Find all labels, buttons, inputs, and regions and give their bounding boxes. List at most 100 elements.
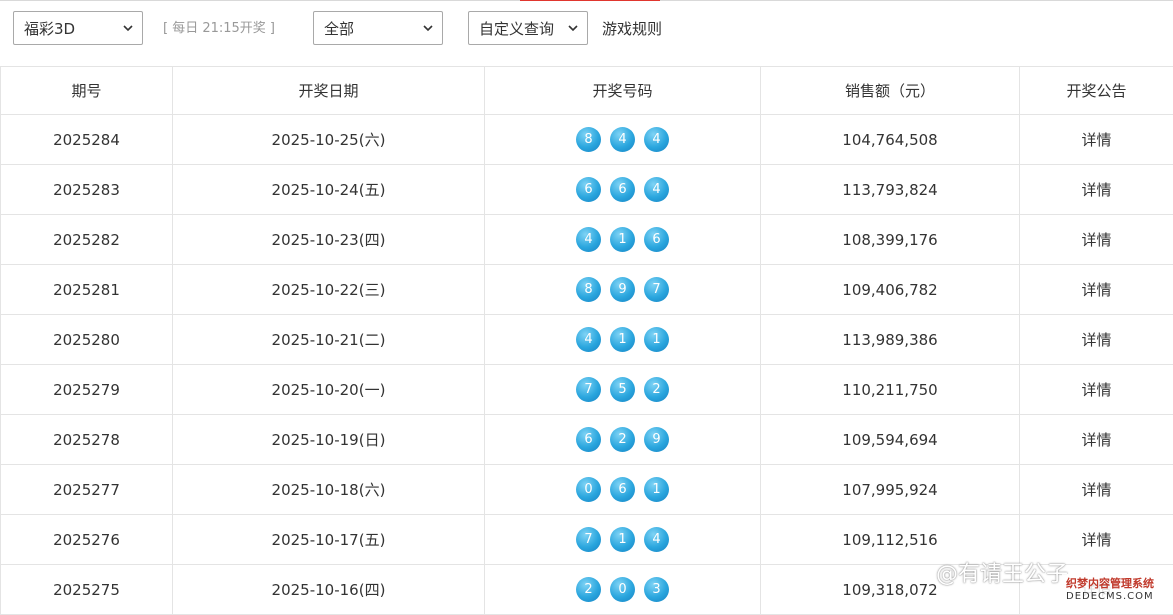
sales-cell: 104,764,508 [761,115,1020,165]
sales-cell: 107,995,924 [761,465,1020,515]
number-ball: 4 [644,527,669,552]
detail-link[interactable]: 详情 [1081,481,1111,499]
numbers-cell: 664 [485,165,761,215]
custom-query-select-value: 自定义查询 [479,18,554,39]
detail-link[interactable]: 详情 [1081,431,1111,449]
table-row: 20252782025-10-19(日) 629 109,594,694 详情 [1,415,1173,465]
number-ball: 9 [610,277,635,302]
issue-cell: 2025278 [1,415,173,465]
number-ball: 7 [644,277,669,302]
detail-link[interactable]: 详情 [1081,531,1111,549]
number-balls: 416 [576,227,669,252]
number-ball: 8 [576,127,601,152]
detail-link[interactable]: 详情 [1081,231,1111,249]
number-ball: 7 [576,527,601,552]
number-ball: 4 [576,327,601,352]
number-ball: 1 [644,477,669,502]
number-ball: 8 [576,277,601,302]
date-cell: 2025-10-17(五) [173,515,485,565]
notice-cell: 详情 [1020,165,1173,215]
date-cell: 2025-10-20(一) [173,365,485,415]
detail-link[interactable]: 详情 [1081,331,1111,349]
number-ball: 6 [576,427,601,452]
table-body: 20252842025-10-25(六)844104,764,508详情2025… [1,115,1173,615]
number-ball: 2 [610,427,635,452]
cms-logo-line2: DEDECMS.COM [1066,591,1154,602]
table-row: 20252792025-10-20(一)752110,211,750详情 [1,365,1173,415]
numbers-cell: 897 [485,265,761,315]
draw-time-hint: [ 每日 21:15开奖 ] [163,17,275,36]
number-ball: 4 [644,177,669,202]
number-ball: 9 [644,427,669,452]
date-cell: 2025-10-16(四) [173,565,485,615]
issue-cell: 2025280 [1,315,173,365]
number-balls: 203 [576,577,669,602]
table-row: 20252812025-10-22(三)897109,406,782详情 [1,265,1173,315]
number-ball: 2 [644,377,669,402]
number-ball: 6 [644,227,669,252]
number-balls: 061 [576,477,669,502]
date-cell: 2025-10-19(日) [173,415,485,465]
detail-link[interactable]: 详情 [1081,381,1111,399]
issue-cell: 2025279 [1,365,173,415]
number-ball: 0 [576,477,601,502]
numbers-cell: 844 [485,115,761,165]
date-cell: 2025-10-23(四) [173,215,485,265]
numbers-cell: 714 [485,515,761,565]
results-table: 期号 开奖日期 开奖号码 销售额（元） 开奖公告 20252842025-10-… [0,66,1173,615]
date-cell: 2025-10-25(六) [173,115,485,165]
number-ball: 1 [644,327,669,352]
game-rules-link[interactable]: 游戏规则 [602,18,662,39]
numbers-cell: 061 [485,465,761,515]
number-ball: 4 [610,127,635,152]
numbers-cell: 203 [485,565,761,615]
header-numbers: 开奖号码 [485,67,761,115]
notice-cell: 详情 [1020,365,1173,415]
header-issue: 期号 [1,67,173,115]
number-ball: 6 [610,177,635,202]
number-ball: 6 [576,177,601,202]
sales-cell: 113,793,824 [761,165,1020,215]
chevron-down-icon [567,22,579,34]
cms-logo-line1: 织梦内容管理系统 [1066,575,1154,591]
notice-cell: 详情 [1020,415,1173,465]
number-balls: 664 [576,177,669,202]
date-cell: 2025-10-22(三) [173,265,485,315]
number-balls: 411 [576,327,669,352]
lottery-select-value: 福彩3D [24,18,75,39]
custom-query-select[interactable]: 自定义查询 [468,11,588,45]
numbers-cell: 629 [485,415,761,465]
range-select[interactable]: 全部 [313,11,443,45]
issue-cell: 2025284 [1,115,173,165]
number-ball: 1 [610,527,635,552]
number-ball: 1 [610,327,635,352]
table-row: 20252772025-10-18(六)061107,995,924详情 [1,465,1173,515]
date-cell: 2025-10-24(五) [173,165,485,215]
detail-link[interactable]: 详情 [1081,281,1111,299]
header-sales: 销售额（元） [761,67,1020,115]
issue-cell: 2025276 [1,515,173,565]
notice-cell: 详情 [1020,115,1173,165]
issue-cell: 2025283 [1,165,173,215]
number-balls: 629 [576,427,669,452]
table-header-row: 期号 开奖日期 开奖号码 销售额（元） 开奖公告 [1,67,1173,115]
detail-link[interactable]: 详情 [1081,131,1111,149]
table-row: 20252822025-10-23(四)416108,399,176详情 [1,215,1173,265]
filter-toolbar: 福彩3D [ 每日 21:15开奖 ] 全部 自定义查询 游戏规则 [0,0,1173,66]
sales-cell: 108,399,176 [761,215,1020,265]
number-balls: 897 [576,277,669,302]
issue-cell: 2025275 [1,565,173,615]
number-ball: 4 [644,127,669,152]
detail-link[interactable]: 详情 [1081,181,1111,199]
sales-cell: 109,594,694 [761,415,1020,465]
date-cell: 2025-10-18(六) [173,465,485,515]
number-ball: 2 [576,577,601,602]
numbers-cell: 416 [485,215,761,265]
sales-cell: 113,989,386 [761,315,1020,365]
table-row: 20252802025-10-21(二)411113,989,386详情 [1,315,1173,365]
cms-logo: 织梦内容管理系统 DEDECMS.COM [1062,574,1170,606]
date-cell: 2025-10-21(二) [173,315,485,365]
numbers-cell: 752 [485,365,761,415]
number-balls: 844 [576,127,669,152]
lottery-select[interactable]: 福彩3D [13,11,143,45]
